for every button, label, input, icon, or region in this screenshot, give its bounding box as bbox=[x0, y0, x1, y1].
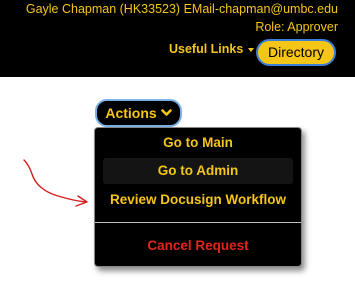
menu-item-go-to-main[interactable]: Go to Main bbox=[103, 130, 293, 156]
actions-label: Actions bbox=[105, 105, 157, 121]
useful-links-dropdown[interactable]: Useful Links bbox=[169, 42, 255, 56]
menu-divider bbox=[95, 222, 301, 223]
useful-links-label: Useful Links bbox=[169, 42, 244, 56]
user-role: Role: Approver bbox=[255, 20, 338, 34]
user-info: Gayle Chapman (HK33523) EMail-chapman@um… bbox=[25, 2, 338, 16]
menu-item-review-docusign-workflow[interactable]: Review Docusign Workflow bbox=[103, 187, 293, 213]
caret-down-icon bbox=[248, 47, 255, 52]
actions-button[interactable]: Actions bbox=[95, 99, 182, 127]
actions-dropdown-menu: Go to Main Go to Admin Review Docusign W… bbox=[94, 127, 302, 267]
chevron-down-icon bbox=[160, 109, 172, 117]
directory-button[interactable]: Directory bbox=[256, 39, 336, 66]
red-arrow-annotation bbox=[23, 159, 88, 207]
menu-item-go-to-admin[interactable]: Go to Admin bbox=[103, 158, 293, 184]
top-header-bar: Gayle Chapman (HK33523) EMail-chapman@um… bbox=[0, 0, 355, 77]
menu-item-cancel-request[interactable]: Cancel Request bbox=[103, 233, 293, 259]
